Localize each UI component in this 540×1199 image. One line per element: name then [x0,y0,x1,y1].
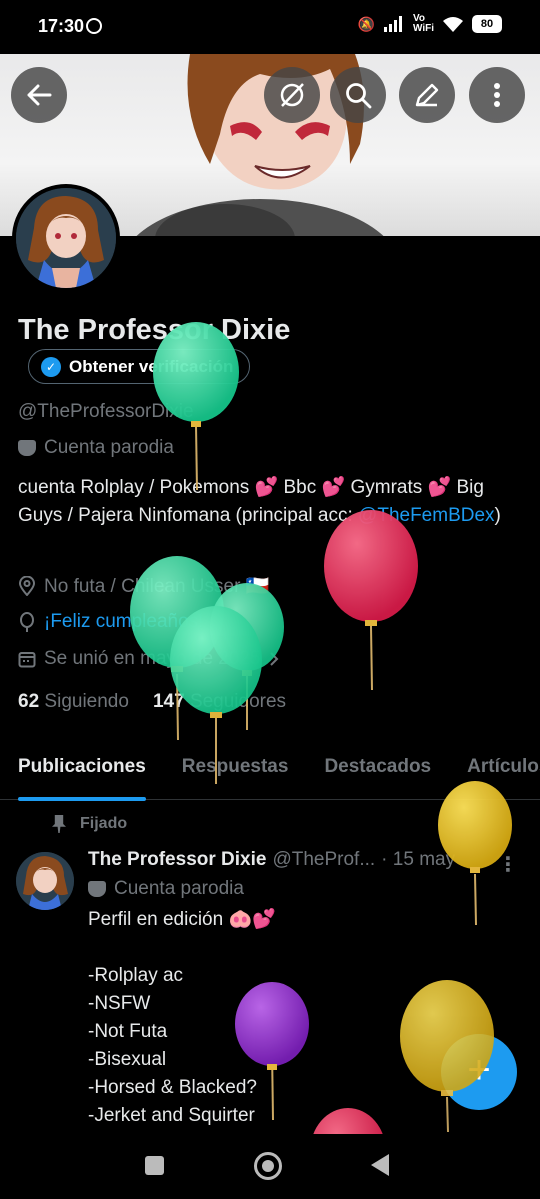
bio-mention-link[interactable]: @TheFemBDex [358,505,495,526]
post-parody-label: Cuenta parodia [114,878,244,899]
search-button[interactable] [330,67,386,123]
back-button[interactable] [11,67,67,123]
birthday-link[interactable]: ¡Feliz cumpleaños! [44,611,203,633]
pinned-label: Fijado [80,815,128,832]
parody-label: Cuenta parodia [44,437,174,458]
signal-icon [383,16,402,32]
mute-icon: 🔕 [357,15,375,32]
battery-icon: 80 [472,15,502,33]
pin-icon [52,815,66,833]
tab-posts[interactable]: Publicaciones [0,748,164,801]
profile-name: The Professor Dixie [18,314,291,346]
vowifi-icon: Vo WiFi [412,13,434,34]
android-nav-bar [0,1134,540,1199]
theater-mask-icon [18,440,36,456]
grok-icon [280,83,304,107]
get-verified-button[interactable]: ✓ Obtener verificación [28,349,251,384]
post-avatar[interactable] [16,852,74,910]
search-icon [346,83,372,109]
profile-avatar[interactable] [12,184,120,292]
location-pin-icon [18,576,36,596]
back-nav-button[interactable] [371,1154,389,1176]
profile-tabs: Publicaciones Respuestas Destacados Artí… [0,748,540,801]
status-time: 17:30 [38,16,85,36]
profile-handle: @TheProfessorDixie [18,401,194,422]
status-bar: 17:30 🔕 Vo WiFi 80 [0,0,540,54]
profile-bio: cuenta Rolplay / Pokemons 💕 Bbc 💕 Gymrat… [18,474,518,529]
pencil-icon [415,83,439,107]
post-date[interactable]: · 15 may [381,849,455,871]
arrow-left-icon [27,84,52,106]
chevron-right-icon [269,652,278,666]
tab-highlights[interactable]: Destacados [306,748,449,800]
more-vertical-icon [494,83,500,107]
followers-link[interactable]: 147 Seguidores [153,691,286,713]
grok-button[interactable] [264,67,320,123]
tab-articles[interactable]: Artículos [449,748,540,800]
bio-text-end: ) [494,504,501,526]
message-notification-icon [86,18,102,34]
verified-check-icon: ✓ [41,356,61,377]
followers-label: Seguidores [189,691,287,712]
location-text: No futa / Chilean Usser 🇨🇱 [44,576,270,597]
parody-label-row: Cuenta parodia [18,437,174,459]
balloon [324,510,418,691]
tab-replies[interactable]: Respuestas [164,748,307,800]
following-count: 62 [18,691,40,712]
birthday-row: ¡Feliz cumpleaños! [18,611,203,633]
get-verified-label: Obtener verificación [69,356,234,376]
post-text: Perfil en edición 🐽💕 -Rolplay ac -NSFW -… [88,909,276,1126]
compose-post-button[interactable]: + [441,1034,517,1110]
post-parody-row: Cuenta parodia [88,878,244,900]
wifi-icon [443,17,463,32]
post-author-name[interactable]: The Professor Dixie [88,849,266,871]
edit-button[interactable] [399,67,455,123]
post-author-handle[interactable]: @TheProf... [272,849,375,871]
recents-button[interactable] [145,1156,164,1175]
following-link[interactable]: 62 Siguiendo [18,691,129,713]
balloon-icon [20,612,34,632]
post-more-icon[interactable]: ⋮ [498,852,518,877]
calendar-icon [18,652,36,668]
status-icons: 🔕 Vo WiFi 80 [358,14,502,34]
post-avatar-image [16,852,74,910]
following-label: Siguiendo [44,691,129,712]
post-header: The Professor Dixie @TheProf... · 15 may [88,849,528,871]
avatar-image [16,188,116,288]
joined-row[interactable]: Se unió en mayo de 2025 [18,648,279,670]
more-options-button[interactable] [469,67,525,123]
followers-count: 147 [152,691,185,712]
location-row: No futa / Chilean Usser 🇨🇱 [18,574,269,598]
joined-text: Se unió en mayo de 2025 [44,648,261,669]
theater-mask-icon [88,881,106,897]
follow-counts: 62 Siguiendo 147 Seguidores [18,691,286,713]
pinned-indicator: Fijado [52,815,127,833]
home-button[interactable] [254,1152,282,1180]
